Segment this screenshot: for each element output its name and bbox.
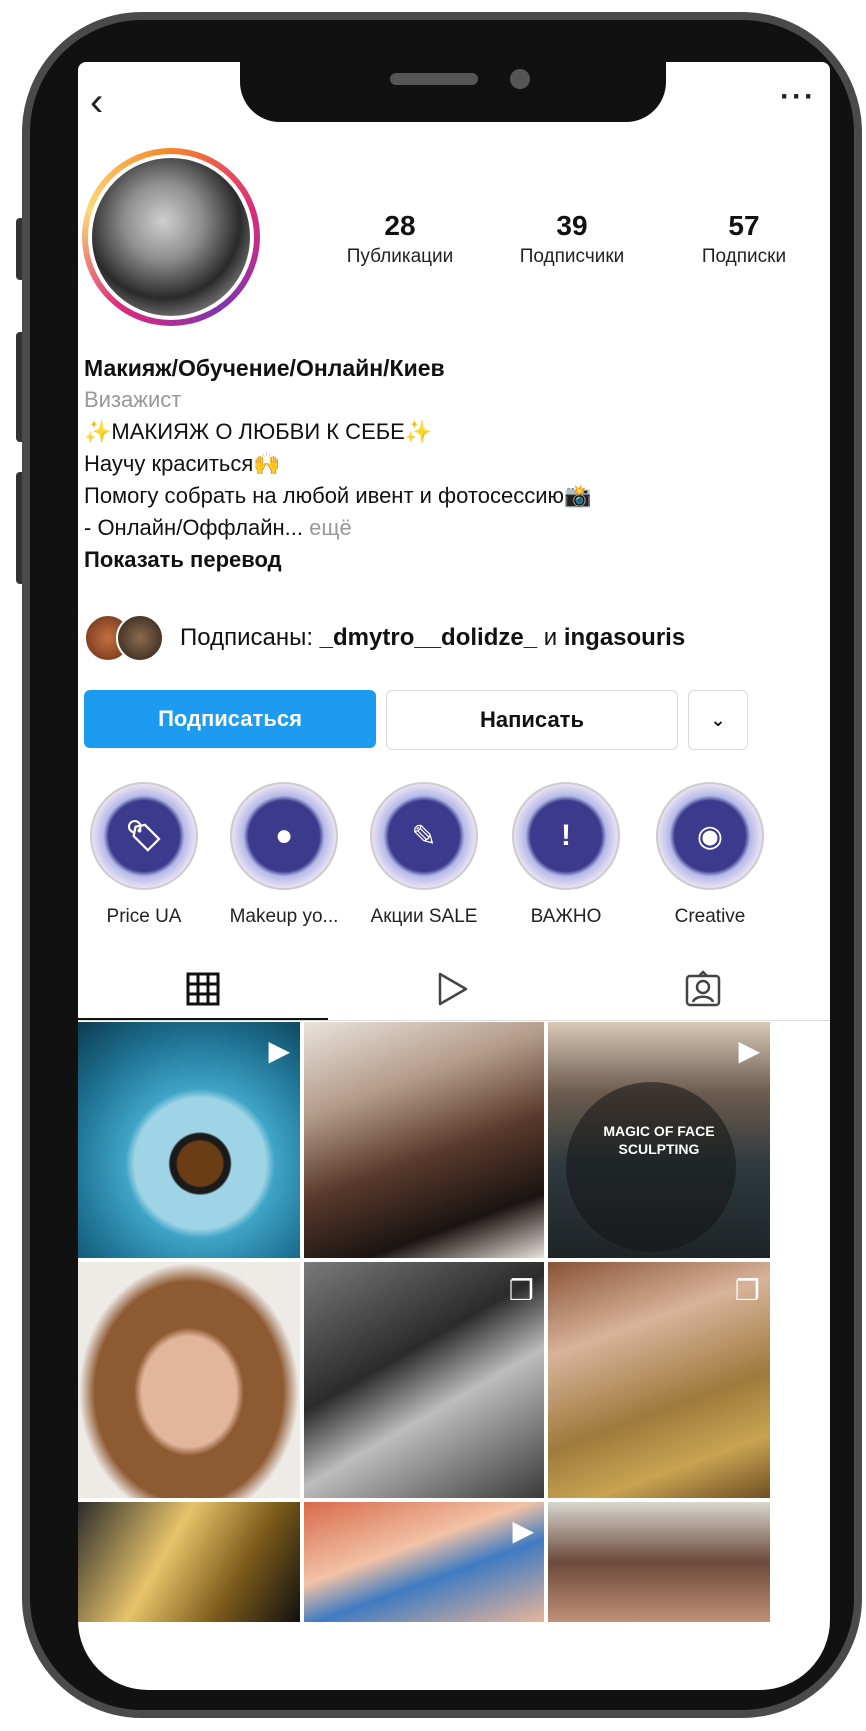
bio-last: - Онлайн/Оффлайн...: [84, 515, 304, 540]
phone-notch: [240, 56, 666, 122]
highlight-label: Price UA: [106, 906, 182, 927]
stat-posts[interactable]: 28 Публикации: [314, 210, 486, 268]
instagram-profile-screen: ‹ ··· 28 Публикации 39 Подписчики 57 Под…: [78, 62, 830, 1690]
story-ring[interactable]: [82, 148, 260, 326]
reel-icon: ▶: [268, 1035, 290, 1066]
back-icon[interactable]: ‹: [90, 82, 103, 122]
highlight-label: Акции SALE: [370, 906, 478, 927]
highlight-label: Creative: [674, 906, 746, 927]
stat-followers-label: Подписчики: [519, 246, 625, 267]
post-thumbnail[interactable]: ▶: [304, 1502, 544, 1622]
front-camera: [510, 69, 530, 89]
highlight-item[interactable]: ◉ Creative: [650, 782, 770, 928]
post-thumbnail[interactable]: [548, 1502, 770, 1622]
highlight-glyph: ◉: [696, 819, 724, 853]
post-thumbnail[interactable]: ❐: [548, 1262, 770, 1498]
highlight-glyph: ●: [274, 819, 294, 852]
followed-by[interactable]: Подписаны: _dmytro__dolidze_ и ingasouri…: [84, 614, 685, 662]
bio-line: Помогу собрать на любой ивент и фотосесс…: [84, 483, 592, 508]
price-tag-icon: 🏷: [90, 782, 198, 890]
tagged-person-icon: [685, 970, 721, 1007]
profile-category: Визажист: [84, 387, 182, 412]
tab-reels[interactable]: [328, 960, 578, 1018]
lips-icon: ◉: [656, 782, 764, 890]
highlight-item[interactable]: 🏷 Price UA: [84, 782, 204, 928]
avatar[interactable]: [88, 154, 254, 320]
carousel-icon: ❐: [734, 1275, 760, 1306]
post-caption-line: SCULPTING: [618, 1141, 700, 1157]
follower-avatar: [116, 614, 164, 662]
post-caption: MAGIC OF FACE SCULPTING: [594, 1122, 724, 1158]
post-thumbnail[interactable]: [78, 1262, 300, 1498]
tab-tagged[interactable]: [578, 960, 828, 1018]
bio-line: Научу краситься🙌: [84, 451, 281, 476]
makeup-icon: ●: [230, 782, 338, 890]
bio-more-link[interactable]: ещё: [303, 515, 352, 540]
follow-button[interactable]: Подписаться: [84, 690, 376, 748]
post-thumbnail[interactable]: [78, 1502, 300, 1622]
highlight-item[interactable]: ✎ Акции SALE: [364, 782, 484, 928]
stat-following[interactable]: 57 Подписки: [658, 210, 830, 268]
message-button[interactable]: Написать: [386, 690, 678, 750]
grid-icon: [186, 972, 220, 1006]
carousel-icon: ❐: [508, 1275, 534, 1306]
highlight-label: Makeup yo...: [229, 906, 339, 927]
follower-username[interactable]: ingasouris: [564, 624, 685, 651]
stat-followers-value: 39: [556, 210, 588, 241]
highlight-glyph: !: [561, 819, 571, 852]
brush-icon: ✎: [370, 782, 478, 890]
story-highlights: 🏷 Price UA ● Makeup yo... ✎ Акции SALE !…: [78, 782, 830, 927]
more-options-icon[interactable]: ···: [780, 80, 816, 114]
followed-by-joiner: и: [537, 624, 564, 651]
stat-posts-value: 28: [384, 210, 416, 241]
show-translation-link[interactable]: Показать перевод: [84, 544, 824, 576]
profile-name: Макияж/Обучение/Онлайн/Киев: [84, 355, 445, 381]
follower-username[interactable]: _dmytro__dolidze_: [320, 624, 537, 651]
followed-by-prefix: Подписаны:: [180, 624, 320, 651]
caption-circle: [566, 1082, 736, 1252]
highlight-label: ВАЖНО: [530, 906, 602, 927]
profile-bio: Макияж/Обучение/Онлайн/Киев Визажист ✨МА…: [84, 352, 824, 576]
profile-stats: 28 Публикации 39 Подписчики 57 Подписки: [314, 210, 830, 268]
post-thumbnail[interactable]: ❐: [304, 1262, 544, 1498]
followed-by-text: Подписаны: _dmytro__dolidze_ и ingasouri…: [180, 624, 685, 652]
home-indicator[interactable]: [292, 1672, 582, 1678]
speaker-grille: [390, 73, 478, 85]
post-thumbnail[interactable]: MAGIC OF FACE SCULPTING ▶: [548, 1022, 770, 1258]
highlight-item[interactable]: ! ВАЖНО: [506, 782, 626, 928]
post-caption-line: MAGIC OF FACE: [603, 1123, 715, 1139]
highlight-glyph: 🏷: [124, 819, 164, 853]
bio-line-truncated: - Онлайн/Оффлайн... ещё: [84, 512, 824, 544]
post-thumbnail[interactable]: ▶: [78, 1022, 300, 1258]
stat-posts-label: Публикации: [346, 246, 454, 267]
tab-grid[interactable]: [78, 960, 328, 1020]
post-thumbnail[interactable]: [304, 1022, 544, 1258]
stat-following-value: 57: [728, 210, 760, 241]
post-grid: ▶ MAGIC OF FACE SCULPTING ▶ ❐ ❐ ▶: [78, 1022, 830, 1622]
chevron-down-icon[interactable]: ⌄: [688, 690, 748, 750]
highlight-glyph: ✎: [411, 819, 437, 853]
bio-line: ✨МАКИЯЖ О ЛЮБВИ К СЕБЕ✨: [84, 419, 433, 444]
reel-icon: ▶: [512, 1515, 534, 1546]
exclamation-icon: !: [512, 782, 620, 890]
profile-tabs: [78, 950, 830, 1021]
highlight-item[interactable]: ● Makeup yo...: [224, 782, 344, 928]
stat-followers[interactable]: 39 Подписчики: [486, 210, 658, 268]
stat-following-label: Подписки: [701, 246, 787, 267]
play-icon: [438, 972, 468, 1006]
reel-icon: ▶: [738, 1035, 760, 1066]
profile-actions: Подписаться Написать ⌄: [84, 690, 828, 750]
